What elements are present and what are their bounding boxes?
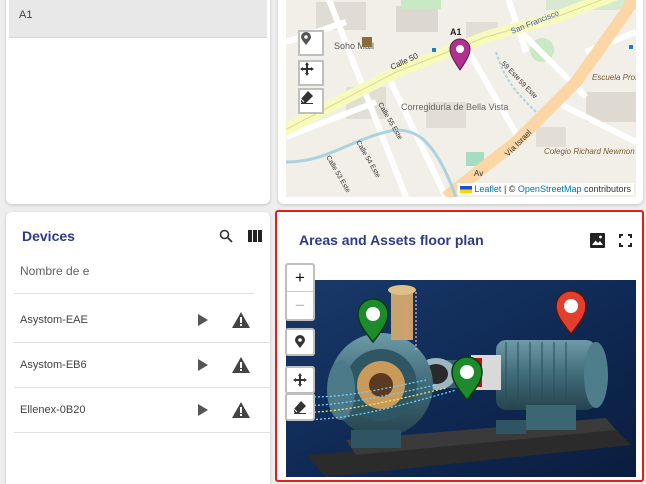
columns-button[interactable] — [246, 227, 264, 245]
move-button[interactable] — [298, 60, 324, 86]
view-column-icon — [248, 230, 262, 242]
play-icon[interactable] — [196, 358, 210, 372]
map-tiles: Soho Mall A1 Calle 50 San Francisco Corr… — [286, 0, 636, 197]
devices-title: Devices — [22, 228, 75, 244]
search-icon — [219, 229, 233, 243]
attribution-separator: | © — [501, 184, 518, 194]
device-name: Asystom-EB6 — [20, 359, 87, 371]
zoom-control: + − — [285, 263, 315, 321]
devices-card: Devices Asystom-EAE Asystom-EB6 Ellenex-… — [6, 212, 270, 484]
warning-icon[interactable] — [232, 357, 250, 373]
location-item-label: A1 — [19, 9, 33, 21]
osm-link[interactable]: OpenStreetMap — [518, 184, 582, 194]
image-button[interactable] — [588, 231, 606, 249]
warning-icon[interactable] — [232, 312, 250, 328]
device-name-filter — [14, 254, 254, 294]
erase-button[interactable] — [285, 393, 315, 421]
erase-button[interactable] — [298, 88, 324, 114]
map-label-av: Av — [474, 169, 483, 178]
fullscreen-icon — [618, 233, 632, 247]
pump-illustration — [286, 280, 636, 477]
add-marker-button[interactable] — [285, 328, 315, 356]
map-label-colegio: Colegio Richard Newmon — [544, 147, 635, 156]
marker-icon — [295, 335, 305, 348]
location-item-a1[interactable]: A1 — [9, 0, 267, 38]
device-name: Asystom-EAE — [20, 314, 88, 326]
street-map[interactable]: Soho Mall A1 Calle 50 San Francisco Corr… — [286, 0, 636, 197]
zoom-out-button[interactable]: − — [287, 292, 313, 319]
device-name: Ellenex-0B20 — [20, 404, 86, 416]
move-button[interactable] — [285, 366, 315, 394]
move-icon — [293, 373, 307, 387]
move-icon — [300, 62, 314, 76]
marker-icon — [301, 32, 311, 45]
floor-plan-card: Areas and Assets floor plan + − — [275, 210, 644, 482]
add-marker-button[interactable] — [298, 30, 324, 56]
map-card: Soho Mall A1 Calle 50 San Francisco Corr… — [278, 0, 643, 204]
leaflet-link[interactable]: Leaflet — [474, 184, 501, 194]
floor-plan-title: Areas and Assets floor plan — [299, 232, 484, 248]
device-row[interactable]: Asystom-EB6 — [14, 343, 270, 388]
locations-card: A1 — [6, 0, 270, 204]
play-icon[interactable] — [196, 403, 210, 417]
floor-plan-image[interactable] — [286, 280, 636, 477]
warning-icon[interactable] — [232, 402, 250, 418]
search-button[interactable] — [217, 227, 235, 245]
zoom-in-button[interactable]: + — [287, 265, 313, 292]
attribution-suffix: contributors — [581, 184, 631, 194]
fullscreen-button[interactable] — [616, 231, 634, 249]
map-label-a1: A1 — [450, 27, 462, 37]
ukraine-flag-icon — [460, 186, 473, 194]
device-row[interactable]: Asystom-EAE — [14, 298, 270, 343]
play-icon[interactable] — [196, 313, 210, 327]
image-icon — [589, 232, 605, 248]
device-row[interactable]: Ellenex-0B20 — [14, 388, 270, 433]
eraser-icon — [293, 401, 306, 414]
map-attribution: Leaflet | © OpenStreetMap contributors — [457, 183, 634, 195]
map-label-corregiduria: Corregiduría de Bella Vista — [401, 102, 508, 112]
device-name-filter-input[interactable] — [20, 264, 100, 278]
eraser-icon — [300, 91, 313, 104]
map-label-escuela: Escuela Profesional Isabel Herrera Obald… — [592, 73, 636, 82]
shop-icon — [362, 37, 372, 47]
